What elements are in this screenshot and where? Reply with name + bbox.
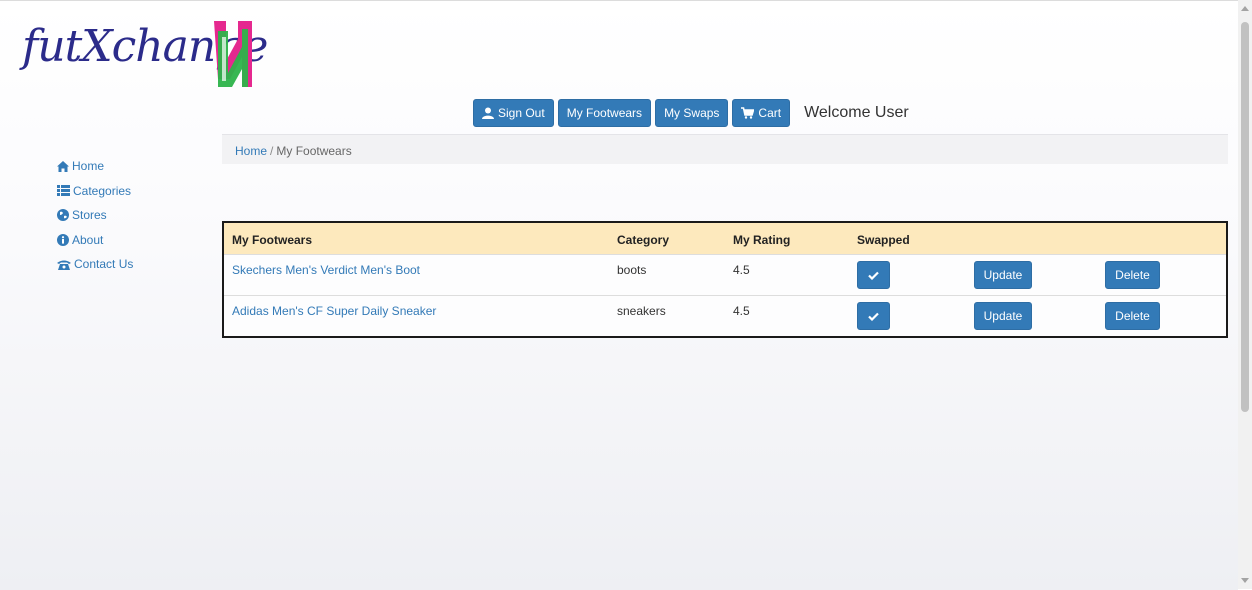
globe-icon	[57, 209, 69, 222]
rating-cell: 4.5	[733, 304, 750, 318]
logo-shoe-mark-icon	[214, 21, 252, 87]
column-header-category: Category	[617, 232, 670, 247]
my-swaps-button[interactable]: My Swaps	[655, 99, 729, 127]
sidebar-item-home[interactable]: Home	[57, 154, 133, 179]
info-icon	[57, 233, 69, 246]
cart-label: Cart	[758, 106, 782, 120]
user-icon	[482, 107, 494, 119]
sidebar-item-label: About	[72, 232, 104, 247]
rating-cell: 4.5	[733, 263, 750, 277]
update-button[interactable]: Update	[974, 302, 1032, 330]
swapped-toggle-button[interactable]	[857, 261, 890, 289]
footwear-table: My Footwears Category My Rating Swapped …	[222, 221, 1228, 338]
scroll-up-arrow-icon[interactable]	[1241, 6, 1249, 11]
breadcrumb-home-link[interactable]: Home	[235, 144, 267, 158]
column-header-swapped: Swapped	[857, 232, 910, 247]
cart-button[interactable]: Cart	[732, 99, 791, 127]
sign-out-label: Sign Out	[498, 106, 545, 120]
column-header-rating: My Rating	[733, 232, 791, 247]
breadcrumb-separator: /	[270, 144, 274, 158]
table-header-row: My Footwears Category My Rating Swapped	[224, 223, 1226, 254]
checkmark-icon	[868, 271, 879, 280]
product-link[interactable]: Adidas Men's CF Super Daily Sneaker	[232, 304, 436, 318]
sidebar-item-categories[interactable]: Categories	[57, 179, 133, 204]
list-icon	[57, 185, 70, 197]
top-navigation: Sign Out My Footwears My Swaps Cart Welc…	[473, 99, 909, 127]
vertical-scrollbar[interactable]	[1238, 0, 1252, 589]
sidebar-item-label: Stores	[72, 208, 107, 223]
column-header-name: My Footwears	[232, 232, 313, 247]
phone-icon	[57, 260, 71, 270]
delete-button[interactable]: Delete	[1105, 302, 1160, 330]
page-viewport: futXchange Sign Out My Footwears My Swap…	[0, 0, 1238, 590]
sidebar-item-contact-us[interactable]: Contact Us	[57, 252, 133, 277]
sidebar: Home Categories Stores About Contact Us	[57, 154, 133, 277]
sidebar-item-stores[interactable]: Stores	[57, 203, 133, 228]
scrollbar-thumb[interactable]	[1241, 22, 1249, 412]
category-cell: boots	[617, 263, 647, 277]
scroll-down-arrow-icon[interactable]	[1241, 578, 1249, 583]
site-logo[interactable]: futXchange	[20, 13, 270, 93]
my-swaps-label: My Swaps	[664, 106, 720, 120]
sidebar-item-label: Categories	[73, 183, 132, 198]
product-link[interactable]: Skechers Men's Verdict Men's Boot	[232, 263, 420, 277]
sidebar-item-about[interactable]: About	[57, 228, 133, 253]
cart-icon	[741, 107, 755, 119]
home-icon	[57, 160, 69, 172]
category-cell: sneakers	[617, 304, 666, 318]
sign-out-button[interactable]: Sign Out	[473, 99, 554, 127]
table-row: Adidas Men's CF Super Daily Sneaker snea…	[224, 295, 1226, 336]
table-row: Skechers Men's Verdict Men's Boot boots …	[224, 254, 1226, 295]
delete-button[interactable]: Delete	[1105, 261, 1160, 289]
update-button[interactable]: Update	[974, 261, 1032, 289]
breadcrumb: Home / My Footwears	[222, 134, 1228, 164]
sidebar-item-label: Home	[72, 159, 105, 174]
checkmark-icon	[868, 312, 879, 321]
welcome-message: Welcome User	[804, 104, 909, 121]
sidebar-item-label: Contact Us	[74, 257, 134, 272]
breadcrumb-current: My Footwears	[276, 144, 352, 158]
swapped-toggle-button[interactable]	[857, 302, 890, 330]
my-footwears-button[interactable]: My Footwears	[557, 99, 652, 127]
my-footwears-label: My Footwears	[566, 106, 643, 120]
